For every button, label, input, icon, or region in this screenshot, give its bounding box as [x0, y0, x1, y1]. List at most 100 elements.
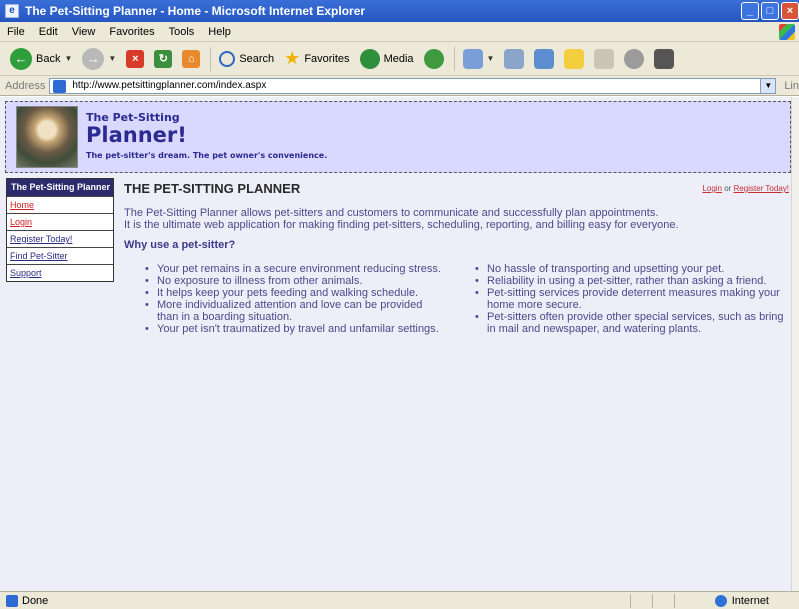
address-bar: Address http://www.petsittingplanner.com… — [0, 76, 799, 96]
dog-photo — [16, 106, 78, 168]
sidebar-heading: The Pet-Sitting Planner — [7, 179, 113, 196]
sidebar-item-home[interactable]: Home — [7, 196, 113, 213]
messenger-icon — [624, 48, 645, 69]
status-divider — [630, 594, 631, 608]
research-icon — [594, 48, 615, 69]
maximize-button[interactable]: □ — [761, 2, 779, 20]
list-item: Reliability in using a pet-sitter, rathe… — [475, 275, 791, 287]
dropdown-arrow-icon: ▼ — [108, 54, 117, 63]
media-button[interactable]: Media — [356, 46, 418, 72]
address-dropdown-icon[interactable]: ▼ — [760, 78, 776, 93]
sidebar-item-find-pet-sitter[interactable]: Find Pet-Sitter — [7, 247, 113, 264]
menu-view[interactable]: View — [65, 26, 103, 38]
security-zone: Internet — [714, 595, 769, 607]
toolbar-separator — [453, 46, 455, 71]
title-bar: e The Pet-Sitting Planner - Home - Micro… — [0, 0, 799, 22]
list-item: Your pet remains in a secure environment… — [145, 263, 445, 275]
site-tagline: The pet-sitter's dream. The pet owner's … — [86, 151, 328, 160]
home-button[interactable]: ⌂ — [178, 46, 204, 72]
favorites-button[interactable]: ★ Favorites — [280, 46, 353, 72]
tool-icon — [654, 48, 675, 69]
search-button[interactable]: Search — [215, 46, 278, 72]
sidebar-item-login[interactable]: Login — [7, 213, 113, 230]
why-heading: Why use a pet-sitter? — [124, 239, 236, 251]
list-item: Pet-sitting services provide deterrent m… — [475, 287, 791, 311]
folder-icon — [564, 48, 585, 69]
home-icon: ⌂ — [182, 49, 201, 68]
list-item: Your pet isn't traumatized by travel and… — [145, 323, 445, 335]
toolbar-separator — [210, 46, 212, 71]
site-header: The Pet-Sitting Planner! The pet-sitter'… — [5, 101, 791, 173]
page-viewport: The Pet-Sitting Planner! The pet-sitter'… — [0, 97, 791, 591]
edit-button[interactable] — [530, 46, 558, 72]
list-item: No exposure to illness from other animal… — [145, 275, 445, 287]
main-content: THE PET-SITTING PLANNER Login or Registe… — [124, 181, 789, 335]
menu-favorites[interactable]: Favorites — [102, 26, 161, 38]
forward-button[interactable]: → ▼ — [78, 46, 120, 72]
register-link[interactable]: Register Today! — [734, 184, 789, 193]
back-label: Back — [36, 52, 61, 65]
status-divider — [652, 594, 653, 608]
site-title-big: Planner! — [86, 123, 187, 147]
history-icon — [423, 48, 444, 69]
back-button[interactable]: ← Back ▼ — [6, 46, 76, 72]
status-divider — [674, 594, 675, 608]
intro-text: The Pet-Sitting Planner allows pet-sitte… — [124, 207, 679, 231]
list-item: No hassle of transporting and upsetting … — [475, 263, 791, 275]
media-icon — [359, 48, 380, 69]
page-title: THE PET-SITTING PLANNER — [124, 181, 301, 196]
refresh-icon: ↻ — [154, 49, 173, 68]
login-link[interactable]: Login — [702, 184, 722, 193]
stop-button[interactable]: × — [122, 46, 148, 72]
sidebar-nav: The Pet-Sitting Planner Home Login Regis… — [6, 178, 114, 282]
list-item: Pet-sitters often provide other special … — [475, 311, 791, 335]
list-item: It helps keep your pets feeding and walk… — [145, 287, 445, 299]
intro-line-1: The Pet-Sitting Planner allows pet-sitte… — [124, 207, 659, 219]
menu-bar: File Edit View Favorites Tools Help — [0, 22, 799, 42]
history-button[interactable] — [420, 46, 448, 72]
browser-toolbar: ← Back ▼ → ▼ × ↻ ⌂ Search ★ Favorites Me… — [0, 42, 799, 76]
globe-icon — [714, 595, 727, 607]
menu-help[interactable]: Help — [201, 26, 238, 38]
menu-file[interactable]: File — [0, 26, 32, 38]
favorites-label: Favorites — [304, 52, 350, 65]
dropdown-arrow-icon: ▼ — [486, 54, 495, 63]
discuss-button[interactable] — [560, 46, 588, 72]
print-icon — [504, 48, 525, 69]
messenger-button[interactable] — [620, 46, 648, 72]
vertical-scrollbar[interactable] — [791, 97, 799, 591]
menu-edit[interactable]: Edit — [32, 26, 65, 38]
dropdown-arrow-icon: ▼ — [64, 54, 73, 63]
back-arrow-icon: ← — [10, 47, 32, 70]
sidebar-item-support[interactable]: Support — [7, 264, 113, 281]
address-input[interactable]: http://www.petsittingplanner.com/index.a… — [49, 77, 777, 94]
links-label[interactable]: Lin — [776, 80, 799, 92]
list-item: More individualized attention and love c… — [145, 299, 445, 323]
print-button[interactable] — [500, 46, 528, 72]
close-button[interactable]: × — [781, 2, 799, 20]
search-label: Search — [239, 52, 275, 65]
zone-label: Internet — [731, 595, 769, 607]
research-button[interactable] — [590, 46, 618, 72]
page-icon — [53, 79, 67, 93]
extra-button[interactable] — [650, 46, 678, 72]
window-title: The Pet-Sitting Planner - Home - Microso… — [25, 4, 366, 18]
stop-icon: × — [126, 49, 145, 68]
auth-links: Login or Register Today! — [702, 184, 789, 193]
status-text: Done — [22, 594, 49, 607]
windows-flag-icon — [779, 24, 795, 40]
edit-icon — [534, 48, 555, 69]
forward-arrow-icon: → — [82, 47, 105, 70]
page-done-icon — [6, 594, 18, 607]
ie-icon: e — [5, 4, 19, 18]
search-icon — [219, 50, 236, 67]
media-label: Media — [383, 52, 414, 65]
address-label: Address — [5, 79, 46, 92]
sidebar-item-register[interactable]: Register Today! — [7, 230, 113, 247]
star-icon: ★ — [284, 48, 301, 68]
mail-button[interactable]: ▼ — [459, 46, 499, 72]
menu-tools[interactable]: Tools — [162, 26, 202, 38]
benefits-list-right: No hassle of transporting and upsetting … — [475, 263, 791, 335]
refresh-button[interactable]: ↻ — [150, 46, 176, 72]
minimize-button[interactable]: _ — [741, 2, 759, 20]
